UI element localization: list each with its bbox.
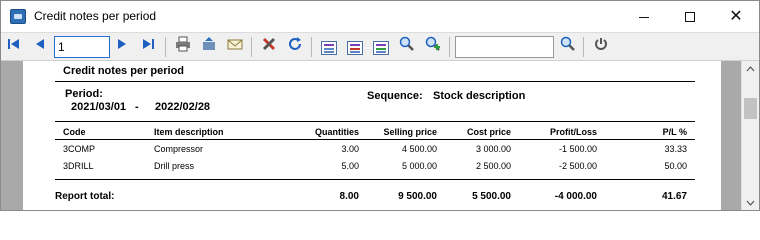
zoom-in-button[interactable] [422,36,444,58]
row-description: Compressor [154,144,204,154]
title-bar: Credit notes per period ✕ [1,1,759,32]
row-description: Drill press [154,161,195,171]
scroll-up-button[interactable] [742,61,759,78]
refresh-button[interactable] [284,36,306,58]
row-selling-price: 5 000.00 [401,161,437,171]
power-icon [595,38,607,50]
col-header-cost-price: Cost price [466,127,511,137]
toolbar-separator [583,37,584,57]
col-header-selling-price: Selling price [383,127,437,137]
next-page-button[interactable] [111,36,133,58]
divider [55,121,695,122]
report-viewport: Credit notes per period Period: 2021/03/… [1,61,741,210]
row-pl-percent: 33.33 [664,144,687,154]
first-page-icon [8,39,19,49]
row-code: 3COMP [63,144,96,154]
last-page-icon [143,39,154,49]
search-button[interactable] [557,36,579,58]
period-separator: - [135,101,139,113]
next-page-icon [118,39,126,49]
zoom-icon [399,36,414,51]
total-quantities: 8.00 [339,191,359,202]
last-page-button[interactable] [137,36,159,58]
layout3-icon [373,41,389,56]
layout1-button[interactable] [318,36,340,58]
power-button[interactable] [590,36,612,58]
row-quantities: 3.00 [341,144,359,154]
row-code: 3DRILL [63,161,94,171]
period-to: 2022/02/28 [155,101,211,113]
layout3-button[interactable] [370,36,392,58]
col-header-description: Item description [154,127,224,137]
search-icon [560,36,575,51]
email-button[interactable] [224,36,246,58]
search-input[interactable] [455,36,554,58]
row-selling-price: 4 500.00 [401,144,437,154]
toolbar [1,32,759,61]
layout1-icon [321,41,337,56]
first-page-button[interactable] [3,36,25,58]
close-icon: ✕ [729,8,743,25]
minimize-button[interactable] [621,1,667,32]
refresh-icon [289,37,301,50]
print-icon [176,36,190,52]
zoom-in-icon [425,36,440,51]
maximize-button[interactable] [667,1,713,32]
divider [55,179,695,180]
period-label: Period: [65,88,103,100]
row-cost-price: 2 500.00 [475,161,511,171]
zoom-button[interactable] [396,36,418,58]
col-header-pl-percent: P/L % [662,127,687,137]
email-icon [227,39,243,50]
sequence-value: Stock description [433,90,526,102]
vertical-scrollbar[interactable] [741,61,759,210]
export-button[interactable] [198,36,220,58]
total-selling-price: 9 500.00 [398,191,437,202]
report-window: Credit notes per period ✕ 1 Credit notes… [0,0,760,211]
sequence-label: Sequence: [367,90,423,102]
prev-page-icon [36,39,44,49]
toolbar-separator [251,37,252,57]
period-from: 2021/03/01 [71,101,127,113]
total-cost-price: 5 500.00 [472,191,511,202]
total-label: Report total: [55,191,115,202]
print-button[interactable] [172,36,194,58]
maximize-icon [685,12,695,23]
report-body: Credit notes per period Period: 2021/03/… [55,61,695,210]
chevron-down-icon [746,200,755,206]
row-profit-loss: -2 500.00 [558,161,597,171]
total-profit-loss: -4 000.00 [554,191,597,202]
divider [55,81,695,82]
scrollbar-thumb[interactable] [744,98,757,119]
toolbar-separator [449,37,450,57]
col-header-profit-loss: Profit/Loss [549,127,597,137]
total-pl-percent: 41.67 [661,191,687,202]
report-page: Credit notes per period Period: 2021/03/… [23,61,721,210]
toolbar-separator [311,37,312,57]
row-pl-percent: 50.00 [664,161,687,171]
minimize-icon [639,16,649,18]
close-button[interactable]: ✕ [713,1,759,32]
row-quantities: 5.00 [341,161,359,171]
app-icon [10,9,26,24]
chevron-up-icon [746,66,755,72]
divider [55,139,695,140]
row-profit-loss: -1 500.00 [558,144,597,154]
prev-page-button[interactable] [29,36,51,58]
col-header-code: Code [63,127,86,137]
layout2-icon [347,41,363,56]
page-number-input[interactable] [54,36,110,58]
report-title: Credit notes per period [63,65,185,77]
scroll-down-button[interactable] [742,195,759,210]
row-cost-price: 3 000.00 [475,144,511,154]
layout2-button[interactable] [344,36,366,58]
export-icon [203,37,215,50]
window-title: Credit notes per period [34,9,157,23]
toolbar-separator [165,37,166,57]
col-header-quantities: Quantities [314,127,359,137]
tools-icon [262,37,276,51]
tools-button[interactable] [258,36,280,58]
